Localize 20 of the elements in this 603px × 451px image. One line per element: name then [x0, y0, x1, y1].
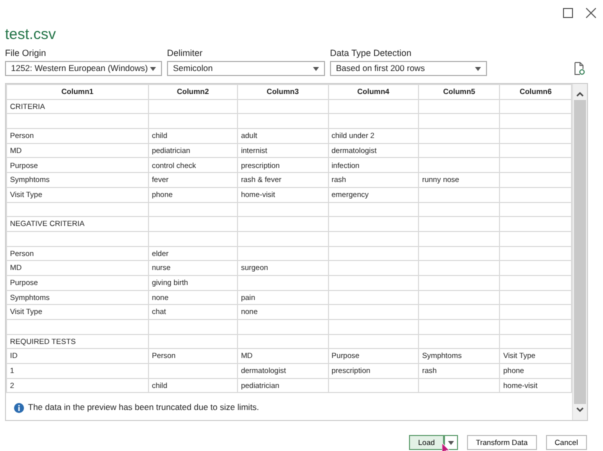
caret-icon [448, 440, 454, 444]
dropdown-field[interactable]: Semicolon [167, 61, 325, 76]
close-button[interactable] [583, 5, 599, 21]
dropdown-field[interactable]: Based on first 200 rows [330, 61, 487, 76]
caret-icon [150, 66, 156, 70]
window-title: test.csv [5, 26, 56, 43]
vertical-scrollbar[interactable] [572, 84, 587, 420]
truncation-notice: The data in the preview has been truncated due to size limits. [28, 401, 260, 414]
caret-icon [475, 66, 481, 70]
maximize-button[interactable] [560, 5, 576, 21]
option-label: Data Type Detection [330, 48, 412, 59]
info-icon [14, 402, 24, 413]
option-label: File Origin [5, 48, 48, 59]
refresh-file-icon[interactable] [574, 62, 585, 75]
cursor-icon [442, 443, 450, 451]
scroll-down-icon[interactable] [575, 406, 585, 414]
dropdown-field[interactable]: 1252: Western European (Windows) [5, 61, 162, 76]
scroll-up-icon[interactable] [575, 90, 585, 98]
option-label: Delimiter [167, 48, 204, 59]
caret-icon [313, 66, 319, 70]
